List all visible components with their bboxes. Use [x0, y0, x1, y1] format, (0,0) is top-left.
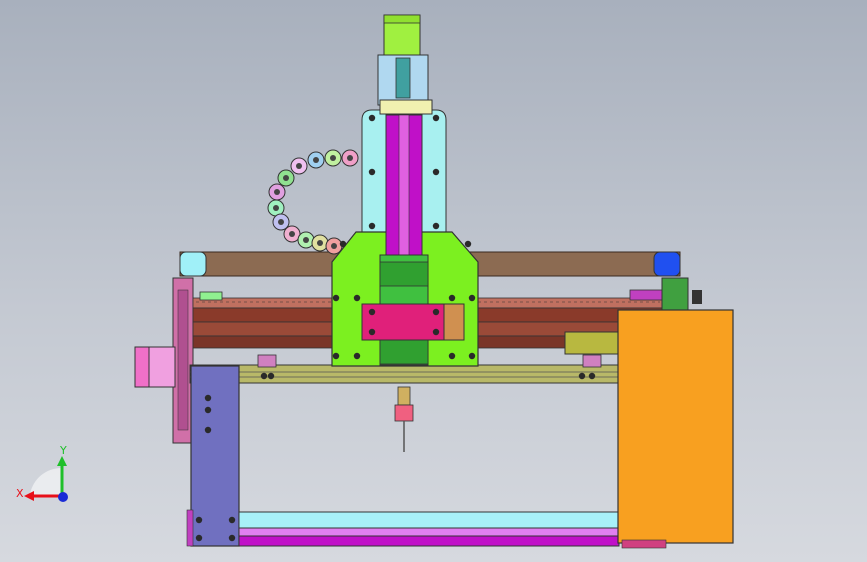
base-rails [238, 511, 620, 547]
chain-link-pin [278, 219, 284, 225]
bolt [432, 308, 440, 316]
bolt [332, 352, 340, 360]
bolt [368, 114, 376, 122]
bolt [339, 240, 347, 248]
chain-link-pin [347, 155, 353, 161]
bolt [332, 294, 340, 302]
cad-viewport[interactable]: Y X [0, 0, 867, 562]
spindle-tool-bit [394, 386, 414, 452]
bolt [464, 240, 472, 248]
left-end-plate [172, 277, 194, 444]
bolt [353, 352, 361, 360]
right-electronics-housing [617, 309, 734, 549]
z-stepper-motor-icon [377, 14, 433, 115]
chain-link-pin [317, 240, 323, 246]
chain-link-pin [283, 175, 289, 181]
x-stepper-motor-icon [134, 346, 176, 388]
bolt [588, 372, 596, 380]
bolt [368, 308, 376, 316]
bolt [578, 372, 586, 380]
chain-link-pin [330, 155, 336, 161]
bolt [195, 534, 203, 542]
bolt [432, 222, 440, 230]
chain-link-pin [273, 205, 279, 211]
bolt [448, 294, 456, 302]
cable-chain-icon [267, 149, 359, 255]
axis-triad-icon: Y X [16, 444, 68, 502]
cnc-router-model[interactable]: Y X [0, 0, 867, 562]
chain-link-pin [296, 163, 302, 169]
axis-x-label: X [16, 487, 24, 500]
bolt [468, 352, 476, 360]
bolt [204, 394, 212, 402]
bolt [432, 328, 440, 336]
bolt [448, 352, 456, 360]
bolt [432, 168, 440, 176]
bolt [228, 516, 236, 524]
bolt [353, 294, 361, 302]
chain-link-pin [303, 237, 309, 243]
axis-y-label: Y [59, 444, 67, 457]
bolt [267, 372, 275, 380]
chain-link-pin [274, 189, 280, 195]
bolt [468, 294, 476, 302]
z-spindle-shaft [385, 114, 423, 256]
bolt [432, 114, 440, 122]
chain-link-pin [313, 157, 319, 163]
bolt [204, 426, 212, 434]
chain-link-pin [331, 243, 337, 249]
bolt [195, 516, 203, 524]
bolt [204, 406, 212, 414]
bolt [368, 168, 376, 176]
spindle-clamp [361, 303, 465, 341]
chain-link-pin [289, 231, 295, 237]
bolt [368, 328, 376, 336]
bolt [228, 534, 236, 542]
bolt [368, 222, 376, 230]
bolt [260, 372, 268, 380]
